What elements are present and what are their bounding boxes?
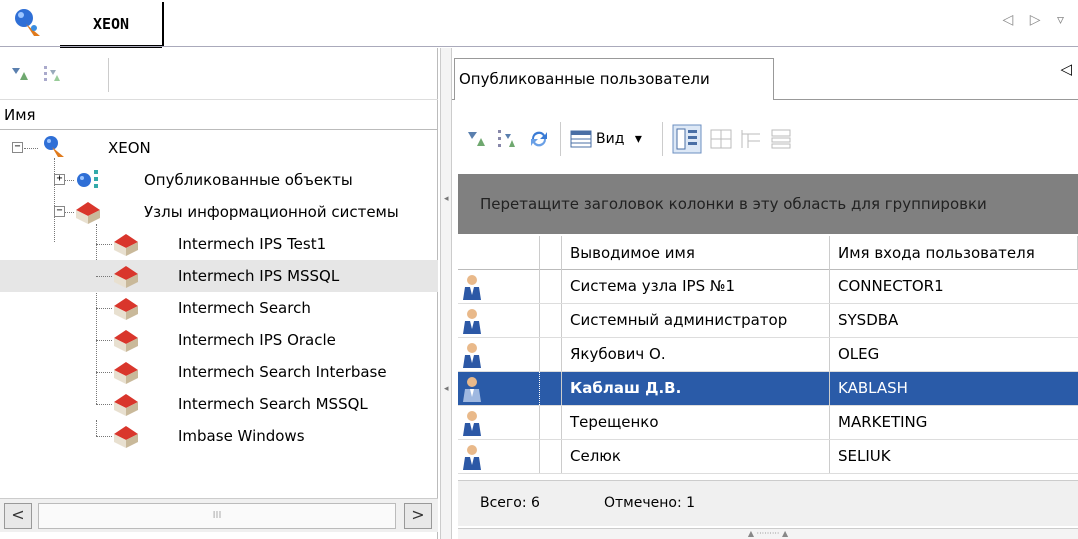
tree-item-node[interactable]: Intermech IPS Oracle — [0, 324, 438, 356]
grid-view-icon[interactable] — [570, 128, 592, 150]
grid-header: Выводимое имя Имя входа пользователя — [458, 236, 1078, 270]
left-tree-pane: Имя − XEON + Опубликованные объекты − Уз… — [0, 48, 438, 539]
collapse-icon[interactable]: − — [12, 142, 23, 153]
cell-login: CONNECTOR1 — [838, 277, 944, 295]
published-objects-icon — [77, 170, 98, 188]
tab-xeon[interactable]: XEON — [60, 2, 164, 48]
node-house-icon — [114, 234, 138, 256]
tree-item-label: Intermech Search — [178, 299, 311, 317]
grid-toolbar: Вид ▾ — [452, 108, 1078, 166]
table-row[interactable]: Селюк SELIUK — [458, 440, 1078, 474]
group-by-area[interactable]: Перетащите заголовок колонки в эту облас… — [458, 174, 1078, 234]
tree-item-label: Intermech IPS MSSQL — [178, 267, 340, 285]
table-row[interactable]: Системный администратор SYSDBA — [458, 304, 1078, 338]
cell-display-name: Каблаш Д.В. — [562, 372, 830, 405]
cell-display-name: Системный администратор — [562, 304, 830, 337]
sort-filter-icon[interactable] — [42, 64, 62, 84]
user-icon — [463, 343, 481, 368]
tree-item-published-objects[interactable]: + Опубликованные объекты — [0, 164, 438, 196]
cell-display-name: Система узла IPS №1 — [562, 270, 830, 303]
table-row[interactable]: Якубович О. OLEG — [458, 338, 1078, 372]
tree-item-node[interactable]: Intermech Search MSSQL — [0, 388, 438, 420]
table-row[interactable]: Система узла IPS №1 CONNECTOR1 — [458, 270, 1078, 304]
tab-scroll-arrow[interactable]: ◁ — [1060, 60, 1072, 78]
user-icon — [463, 275, 481, 300]
left-toolbar — [0, 48, 438, 100]
cell-display-name: Терещенко — [562, 406, 830, 439]
chevron-down-icon: ▾ — [634, 131, 642, 147]
status-total: Всего: 6 — [480, 495, 540, 511]
tree-item-label: Опубликованные объекты — [144, 171, 353, 189]
cell-login: SYSDBA — [838, 311, 899, 329]
cell-display-name: Селюк — [562, 440, 830, 473]
tree-item-label: Intermech Search MSSQL — [178, 395, 368, 413]
tree-item-xeon[interactable]: − XEON — [0, 132, 438, 164]
view-menu-button[interactable]: Вид ▾ — [596, 124, 642, 154]
node-house-icon — [114, 330, 138, 352]
tree-item-label: Intermech Search Interbase — [178, 363, 387, 381]
filter-icon[interactable] — [10, 64, 30, 84]
user-icon — [463, 309, 481, 334]
user-icon — [463, 411, 481, 436]
sort-filter-icon[interactable] — [496, 128, 518, 150]
tree-item-label: Intermech IPS Oracle — [178, 331, 336, 349]
tree-column-header[interactable]: Имя — [0, 100, 438, 130]
table-row[interactable]: Терещенко MARKETING — [458, 406, 1078, 440]
expand-icon[interactable]: + — [54, 174, 65, 185]
layout-2-icon[interactable] — [710, 128, 732, 150]
splitter-grip-icon: ◂ — [444, 194, 449, 204]
collapse-icon[interactable]: − — [54, 206, 65, 217]
node-house-icon — [114, 426, 138, 448]
tree-item-node[interactable]: Intermech Search — [0, 292, 438, 324]
refresh-icon[interactable] — [528, 128, 550, 150]
node-house-icon — [76, 202, 100, 224]
top-tab-bar: XEON ◁ ▷ ▿ — [0, 0, 1078, 48]
right-pane: Опубликованные пользователи ◁ Вид ▾ Пере… — [452, 48, 1078, 539]
cell-login: MARKETING — [838, 413, 928, 431]
horizontal-splitter[interactable]: ▲ ········· ▲ — [458, 528, 1078, 539]
node-house-icon — [114, 362, 138, 384]
cell-login: OLEG — [838, 345, 880, 363]
tree-item-label: Imbase Windows — [178, 427, 305, 445]
status-marked: Отмечено: 1 — [604, 495, 696, 511]
splitter-grip-icon: ◂ — [444, 384, 449, 394]
scroll-thumb[interactable]: III — [38, 503, 396, 529]
filter-icon[interactable] — [466, 128, 488, 150]
user-icon — [463, 445, 481, 470]
server-node-icon — [44, 136, 64, 157]
check-header[interactable] — [540, 236, 562, 270]
tree-item-node-selected[interactable]: Intermech IPS MSSQL — [0, 260, 438, 292]
node-house-icon — [114, 394, 138, 416]
tree-item-node[interactable]: Intermech IPS Test1 — [0, 228, 438, 260]
status-bar: Всего: 6 Отмечено: 1 — [458, 480, 1078, 526]
tree-item-is-nodes[interactable]: − Узлы информационной системы — [0, 196, 438, 228]
scroll-left-button[interactable]: < — [4, 503, 32, 529]
tab-nav-arrows[interactable]: ◁ ▷ ▿ — [1003, 12, 1070, 28]
vertical-splitter[interactable]: ◂ ◂ — [440, 48, 452, 539]
tree-item-node[interactable]: Imbase Windows — [0, 420, 438, 452]
cell-display-name: Якубович О. — [562, 338, 830, 371]
cell-login: SELIUK — [838, 447, 891, 465]
column-header-login[interactable]: Имя входа пользователя — [830, 236, 1078, 270]
table-row-selected[interactable]: Каблаш Д.В. KABLASH — [458, 372, 1078, 406]
layout-4-icon[interactable] — [770, 128, 792, 150]
tab-published-users[interactable]: Опубликованные пользователи — [454, 58, 774, 100]
user-icon — [463, 377, 481, 402]
tree-item-label: Узлы информационной системы — [144, 203, 399, 221]
node-house-icon — [114, 298, 138, 320]
scroll-right-button[interactable]: > — [404, 503, 432, 529]
layout-3-icon[interactable] — [740, 128, 762, 150]
column-header-display-name[interactable]: Выводимое имя — [562, 236, 830, 270]
right-tab-strip: Опубликованные пользователи ◁ — [452, 48, 1078, 100]
tree-item-node[interactable]: Intermech Search Interbase — [0, 356, 438, 388]
card-layout-icon[interactable] — [672, 124, 702, 154]
tree-item-label: XEON — [108, 139, 151, 157]
indicator-header[interactable] — [458, 236, 540, 270]
node-house-icon — [114, 266, 138, 288]
cell-login: KABLASH — [838, 379, 908, 397]
tree-item-label: Intermech IPS Test1 — [178, 235, 327, 253]
tree-horizontal-scrollbar[interactable]: < III > — [0, 498, 438, 532]
server-node-icon — [15, 9, 40, 36]
